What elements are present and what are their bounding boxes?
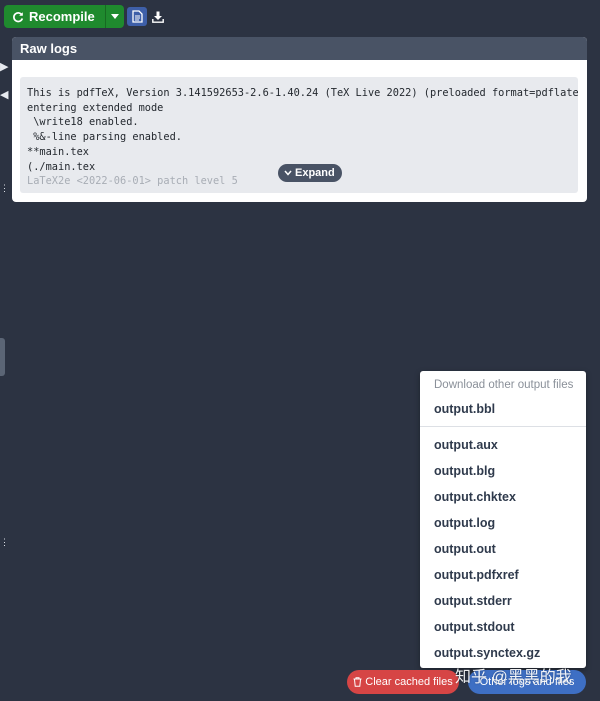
expand-logs-button[interactable]: Expand (278, 164, 342, 182)
chevron-down-icon (284, 170, 292, 176)
menu-item-output-aux[interactable]: output.aux (434, 438, 498, 452)
log-line: **main.tex (27, 145, 89, 158)
raw-logs-card: Raw logs This is pdfTeX, Version 3.14159… (12, 37, 587, 202)
trash-icon (353, 677, 362, 687)
menu-item-output-blg[interactable]: output.blg (434, 464, 495, 478)
menu-header: Download other output files (434, 379, 574, 391)
log-line: This is pdfTeX, Version 3.141592653-2.6-… (27, 87, 578, 99)
download-pdf-button[interactable] (148, 7, 168, 26)
raw-logs-header: Raw logs (12, 37, 587, 60)
recompile-options-button[interactable] (105, 5, 124, 28)
menu-divider (420, 426, 586, 427)
menu-item-output-bbl[interactable]: output.bbl (434, 402, 495, 416)
caret-down-icon (110, 14, 119, 19)
menu-item-output-synctex[interactable]: output.synctex.gz (434, 646, 540, 660)
pdf-view-button[interactable] (127, 7, 147, 26)
panel-collapse-tab[interactable] (0, 338, 5, 376)
gutter-arrow-left-icon[interactable]: ◀ (0, 88, 8, 101)
log-line: %&-line parsing enabled. (27, 131, 182, 144)
log-line: (./main.tex (27, 160, 96, 173)
expand-label: Expand (295, 167, 335, 179)
document-icon (131, 10, 143, 23)
resize-handle-icon[interactable]: ⋮ (0, 538, 9, 547)
gutter-arrow-icon[interactable]: ▶ (0, 60, 8, 73)
log-line: \write18 enabled. (27, 116, 139, 129)
clear-cache-button[interactable]: Clear cached files (347, 670, 459, 694)
menu-item-output-pdfxref[interactable]: output.pdfxref (434, 568, 519, 582)
other-logs-label: Other logs and files (479, 676, 575, 688)
log-line: LaTeX2e <2022-06-01> patch level 5 (27, 175, 238, 188)
menu-item-output-chktex[interactable]: output.chktex (434, 490, 516, 504)
raw-logs-title: Raw logs (20, 41, 78, 56)
editor-toolbar: Recompile (0, 0, 600, 34)
clear-cache-label: Clear cached files (365, 676, 453, 688)
recompile-button[interactable]: Recompile (4, 5, 106, 28)
refresh-icon (13, 11, 24, 22)
resize-handle-icon[interactable]: ⋮ (0, 184, 9, 193)
raw-log-output: This is pdfTeX, Version 3.141592653-2.6-… (20, 77, 578, 193)
recompile-button-group: Recompile (4, 5, 124, 28)
menu-item-output-stdout[interactable]: output.stdout (434, 620, 515, 634)
menu-item-output-out[interactable]: output.out (434, 542, 496, 556)
menu-item-output-stderr[interactable]: output.stderr (434, 594, 512, 608)
download-icon (152, 11, 164, 23)
log-line: entering extended mode (27, 101, 164, 114)
other-output-files-menu: Download other output files output.bbl o… (420, 371, 586, 668)
recompile-label: Recompile (29, 9, 95, 24)
other-logs-files-button[interactable]: Other logs and files (468, 670, 586, 694)
menu-item-output-log[interactable]: output.log (434, 516, 495, 530)
